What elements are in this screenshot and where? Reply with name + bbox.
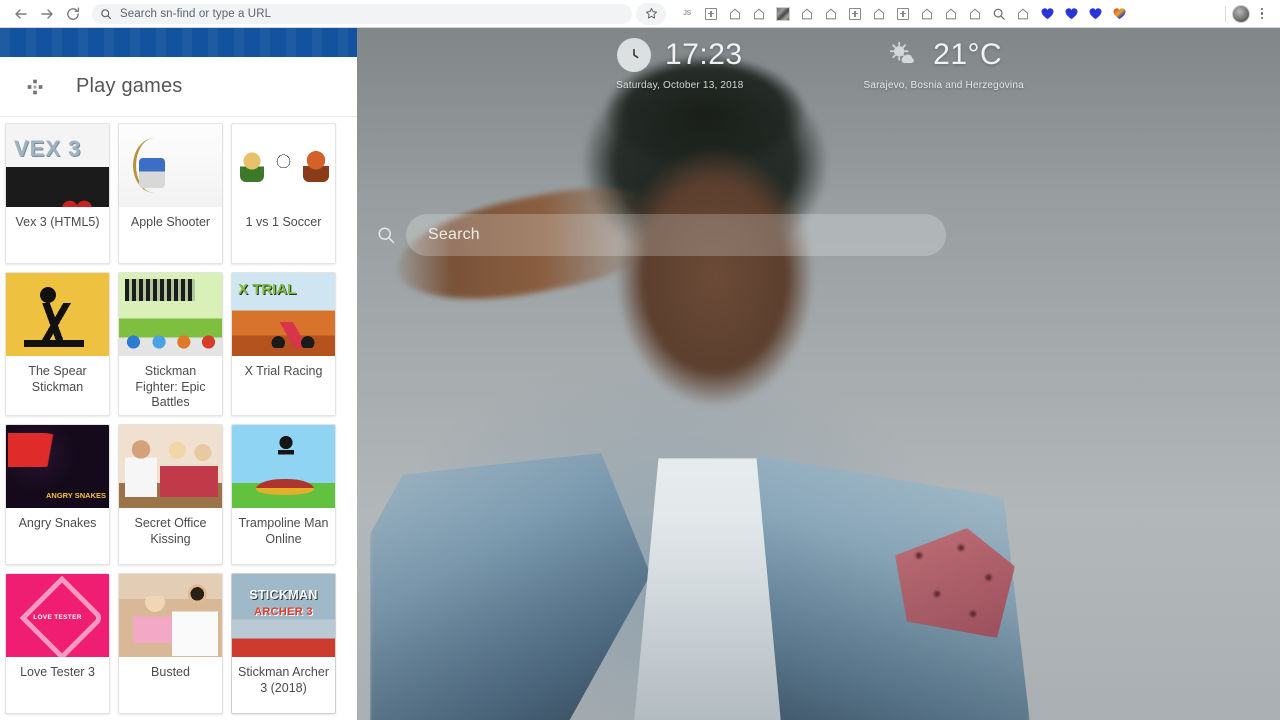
game-tile[interactable]: Vex 3 (HTML5) (5, 123, 110, 264)
game-tile[interactable]: Love Tester 3 (5, 572, 110, 714)
toolbar-divider (1225, 5, 1226, 22)
reload-button[interactable] (60, 1, 86, 27)
game-thumbnail (6, 573, 109, 657)
game-thumbnail (232, 424, 335, 508)
game-title: X Trial Racing (244, 364, 323, 378)
js-extension-icon[interactable]: JS (676, 3, 698, 25)
home-extension-icon[interactable] (724, 3, 746, 25)
search-icon (100, 8, 112, 20)
game-tile[interactable]: Trampoline Man Online (231, 423, 336, 565)
home-extension-icon[interactable] (1012, 3, 1034, 25)
newtab-search-input[interactable]: Search (406, 214, 946, 256)
game-title: Vex 3 (HTML5) (15, 215, 100, 229)
bookmark-star-button[interactable] (636, 2, 666, 25)
game-thumbnail (6, 124, 109, 207)
address-bar[interactable]: Search sn-find or type a URL (92, 3, 632, 24)
play-games-sidebar: Play games Vex 3 (HTML5) Apple Shooter 1 v… (0, 28, 357, 720)
game-tile[interactable]: Secret Office Kissing (118, 423, 223, 565)
games-grid: Vex 3 (HTML5) Apple Shooter 1 vs 1 Soccer T… (0, 117, 357, 714)
game-thumbnail (6, 273, 109, 356)
browser-toolbar: Search sn-find or type a URL JS (0, 0, 1280, 28)
game-title: The Spear Stickman (28, 364, 87, 394)
browser-menu-button[interactable] (1252, 3, 1272, 25)
sidebar-header: Play games (0, 57, 357, 117)
home-extension-icon[interactable] (940, 3, 962, 25)
game-title: Stickman Fighter: Epic Battles (135, 364, 206, 410)
home-extension-icon[interactable] (964, 3, 986, 25)
boxplus-extension-icon[interactable] (844, 3, 866, 25)
extension-toolbar: JS (676, 3, 1130, 25)
photo-extension-icon[interactable] (772, 3, 794, 25)
new-tab-page: 17:23 Saturday, October 13, 2018 21°C Sa… (0, 28, 1280, 720)
game-thumbnail (119, 573, 222, 657)
game-tile[interactable]: Apple Shooter (118, 123, 223, 264)
home-extension-icon[interactable] (796, 3, 818, 25)
newtab-search-placeholder: Search (428, 226, 480, 243)
search-extension-icon[interactable] (988, 3, 1010, 25)
game-title: Trampoline Man Online (238, 515, 329, 546)
search-icon (366, 225, 406, 245)
forward-button[interactable] (34, 1, 60, 27)
back-button[interactable] (8, 1, 34, 27)
game-thumbnail (232, 273, 335, 356)
game-title: Love Tester 3 (20, 664, 95, 679)
heart-multicolor-extension-icon[interactable] (1108, 3, 1130, 25)
boxplus-extension-icon[interactable] (700, 3, 722, 25)
game-tile[interactable]: Angry Snakes (5, 423, 110, 565)
game-tile[interactable]: Stickman Fighter: Epic Battles (118, 272, 223, 416)
game-thumbnail (232, 124, 335, 207)
sidebar-top-banner (0, 28, 357, 57)
boxplus-extension-icon[interactable] (892, 3, 914, 25)
game-tile[interactable]: 1 vs 1 Soccer (231, 123, 336, 264)
heart-extension-icon[interactable] (1084, 3, 1106, 25)
game-tile[interactable]: Busted (118, 572, 223, 714)
game-thumbnail (6, 424, 109, 508)
game-thumbnail (232, 573, 335, 657)
game-title: Secret Office Kissing (134, 515, 207, 546)
gamepad-icon (22, 76, 48, 98)
game-thumbnail (119, 124, 222, 207)
game-title: 1 vs 1 Soccer (245, 215, 322, 229)
home-extension-icon[interactable] (820, 3, 842, 25)
game-thumbnail (119, 424, 222, 508)
game-tile[interactable]: The Spear Stickman (5, 272, 110, 416)
game-tile[interactable]: X Trial Racing (231, 272, 336, 416)
home-extension-icon[interactable] (868, 3, 890, 25)
game-title: Apple Shooter (130, 215, 211, 229)
home-extension-icon[interactable] (748, 3, 770, 25)
home-extension-icon[interactable] (916, 3, 938, 25)
heart-extension-icon[interactable] (1036, 3, 1058, 25)
heart-extension-icon[interactable] (1060, 3, 1082, 25)
address-bar-text: Search sn-find or type a URL (120, 7, 272, 20)
game-thumbnail (119, 273, 222, 356)
avatar[interactable] (1232, 4, 1250, 23)
sidebar-title: Play games (76, 75, 183, 97)
game-title: Angry Snakes (18, 515, 97, 530)
game-title: Busted (151, 664, 190, 679)
game-title: Stickman Archer 3 (2018) (237, 664, 329, 695)
newtab-search[interactable]: Search (366, 214, 946, 256)
game-tile[interactable]: Stickman Archer 3 (2018) (231, 572, 336, 714)
